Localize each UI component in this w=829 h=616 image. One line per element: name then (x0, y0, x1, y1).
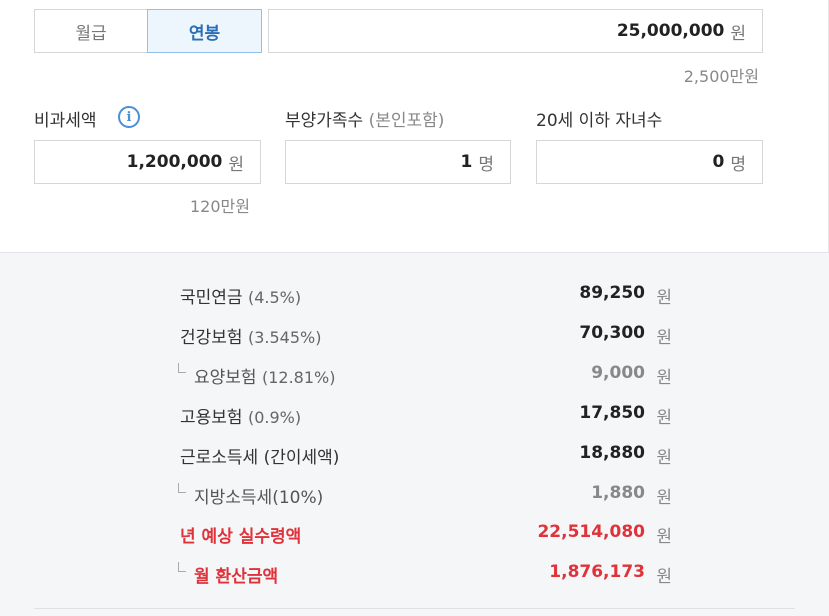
salary-hint: 2,500만원 (683, 67, 759, 86)
result-row-employment: 고용보험 (0.9%) 17,850 원 (180, 403, 672, 428)
nontax-label: 비과세액 (34, 111, 97, 131)
children-input[interactable]: 0 명 (536, 140, 763, 184)
dependents-input[interactable]: 1 명 (285, 140, 511, 184)
result-row-pension: 국민연금 (4.5%) 89,250 원 (180, 283, 672, 308)
salary-value[interactable]: 25,000,000 (617, 21, 725, 41)
result-row-health: 건강보험 (3.545%) 70,300 원 (180, 323, 672, 348)
pension-rate: (4.5%) (247, 288, 302, 307)
employment-name: 고용보험 (180, 408, 243, 428)
health-amount: 70,300 (579, 323, 645, 343)
result-row-monthly-net: 월 환산금액 1,876,173 원 (178, 562, 672, 587)
pension-name: 국민연금 (180, 288, 243, 308)
care-amount: 9,000 (591, 363, 645, 383)
result-row-annual-net: 년 예상 실수령액 22,514,080 원 (180, 522, 672, 547)
nontax-input[interactable]: 1,200,000 원 (34, 140, 261, 184)
pension-amount: 89,250 (579, 283, 645, 303)
local-tax-unit: 원 (656, 488, 672, 508)
branch-icon (178, 483, 186, 493)
nontax-hint: 120만원 (190, 197, 250, 216)
result-row-care: 요양보험 (12.81%) 9,000 원 (178, 363, 672, 388)
salary-input[interactable]: 25,000,000 원 (268, 9, 763, 53)
dependents-unit: 명 (478, 154, 494, 175)
salary-unit: 원 (730, 23, 746, 44)
employment-amount: 17,850 (579, 403, 645, 423)
children-value[interactable]: 0 (713, 152, 725, 172)
income-tax-unit: 원 (656, 448, 672, 468)
info-icon[interactable]: i (118, 106, 140, 128)
branch-icon (178, 562, 186, 572)
dependents-label-sub: (본인포함) (368, 111, 445, 131)
local-tax-amount: 1,880 (591, 483, 645, 503)
annual-net-unit: 원 (656, 527, 672, 547)
result-row-local-tax: 지방소득세(10%) 1,880 원 (178, 483, 672, 508)
income-tax-name: 근로소득세 (180, 448, 259, 468)
health-name: 건강보험 (180, 328, 243, 348)
employment-rate: (0.9%) (247, 408, 302, 427)
income-tax-rate: (간이세액) (263, 448, 340, 468)
annual-net-name: 년 예상 실수령액 (180, 527, 302, 547)
dependents-label: 부양가족수 (본인포함) (285, 106, 444, 131)
employment-unit: 원 (656, 408, 672, 428)
dependents-value[interactable]: 1 (461, 152, 473, 172)
result-row-income-tax: 근로소득세 (간이세액) 18,880 원 (180, 443, 672, 468)
nontax-unit: 원 (228, 154, 244, 175)
branch-icon (178, 363, 186, 373)
children-unit: 명 (730, 154, 746, 175)
monthly-net-name: 월 환산금액 (194, 567, 279, 587)
health-rate: (3.545%) (247, 328, 322, 347)
care-name: 요양보험 (194, 368, 257, 388)
nontax-value[interactable]: 1,200,000 (127, 152, 223, 172)
tab-monthly[interactable]: 월급 (34, 9, 148, 53)
input-panel: 월급 연봉 25,000,000 원 2,500만원 비과세액 i 1,200,… (0, 0, 829, 252)
monthly-net-amount: 1,876,173 (549, 562, 645, 582)
tab-annual[interactable]: 연봉 (147, 9, 262, 53)
local-tax-name: 지방소득세(10%) (194, 488, 324, 508)
pension-unit: 원 (656, 288, 672, 308)
annual-net-amount: 22,514,080 (537, 522, 645, 542)
care-unit: 원 (656, 368, 672, 388)
income-tax-amount: 18,880 (579, 443, 645, 463)
health-unit: 원 (656, 328, 672, 348)
children-label: 20세 이하 자녀수 (536, 111, 663, 131)
care-rate: (12.81%) (261, 368, 336, 387)
dependents-label-text: 부양가족수 (285, 111, 364, 131)
monthly-net-unit: 원 (656, 567, 672, 587)
bottom-divider (34, 608, 795, 609)
